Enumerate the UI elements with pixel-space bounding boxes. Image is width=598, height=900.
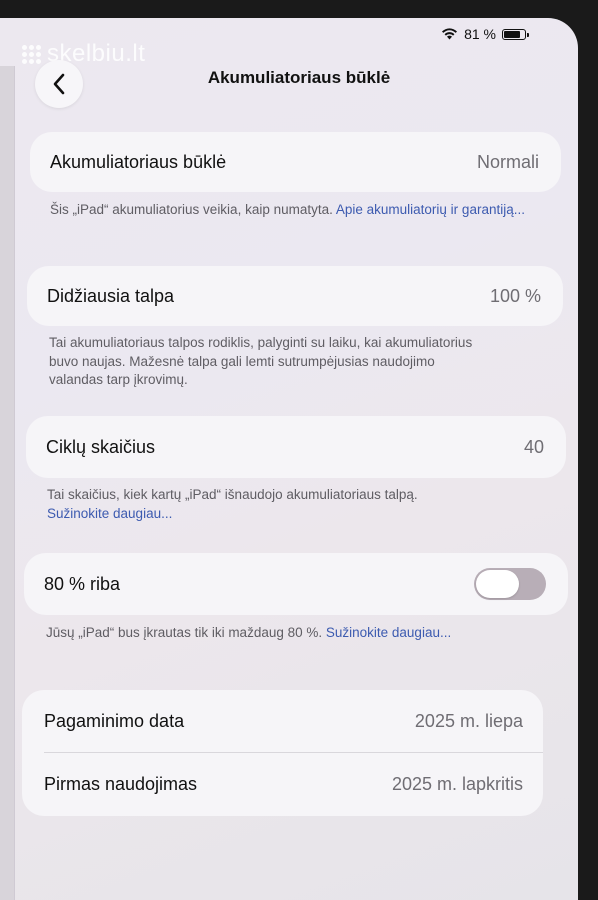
status-bar: 81 % bbox=[441, 26, 529, 42]
page-title: Akumuliatoriaus būklė bbox=[207, 68, 391, 87]
wifi-icon bbox=[442, 28, 458, 40]
battery-warranty-link[interactable]: Apie akumuliatorių ir garantiją... bbox=[336, 202, 525, 217]
limit-80-row: 80 % riba bbox=[24, 553, 568, 615]
battery-health-row: Akumuliatoriaus būklė Normali bbox=[30, 132, 561, 192]
watermark-logo-icon bbox=[22, 44, 41, 64]
watermark: skelbiu.lt bbox=[22, 40, 145, 68]
max-capacity-label: Didžiausia talpa bbox=[47, 285, 175, 306]
max-capacity-row: Didžiausia talpa 100 % bbox=[27, 266, 563, 326]
split-view-edge bbox=[0, 66, 15, 900]
manufacture-date-row: Pagaminimo data 2025 m. liepa bbox=[22, 690, 543, 753]
battery-health-value: Normali bbox=[476, 151, 539, 172]
cycle-learn-more-link[interactable]: Sužinokite daugiau... bbox=[47, 505, 557, 524]
toggle-knob bbox=[476, 570, 519, 598]
first-use-label: Pirmas naudojimas bbox=[44, 774, 198, 794]
cycle-count-row: Ciklų skaičius 40 bbox=[26, 416, 566, 478]
settings-screen: skelbiu.lt 81 % Akumuliatoriaus būklė Ak… bbox=[0, 18, 578, 900]
cycle-count-value: 40 bbox=[523, 436, 544, 457]
battery-icon bbox=[502, 28, 529, 40]
max-capacity-value: 100 % bbox=[489, 285, 541, 306]
first-use-row: Pirmas naudojimas 2025 m. lapkritis bbox=[22, 753, 543, 816]
limit-80-toggle[interactable] bbox=[474, 568, 546, 600]
first-use-value: 2025 m. lapkritis bbox=[391, 774, 523, 794]
battery-health-label: Akumuliatoriaus būklė bbox=[50, 151, 227, 172]
battery-info-group: Pagaminimo data 2025 m. liepa Pirmas nau… bbox=[22, 690, 543, 816]
battery-percent: 81 % bbox=[464, 26, 496, 42]
cycle-count-label: Ciklų skaičius bbox=[46, 436, 156, 457]
cycle-count-note: Tai skaičius, kiek kartų „iPad“ išnaudoj… bbox=[47, 486, 557, 523]
limit-learn-more-link[interactable]: Sužinokite daugiau... bbox=[326, 625, 451, 640]
max-capacity-note: Tai akumuliatoriaus talpos rodiklis, pal… bbox=[49, 335, 473, 387]
limit-80-note: Jūsų „iPad“ bus įkrautas tik iki maždaug… bbox=[46, 625, 452, 640]
battery-health-note: Šis „iPad“ akumuliatorius veikia, kaip n… bbox=[50, 202, 525, 217]
manufacture-date-value: 2025 m. liepa bbox=[414, 711, 523, 731]
limit-80-label: 80 % riba bbox=[44, 573, 121, 594]
manufacture-date-label: Pagaminimo data bbox=[44, 711, 185, 731]
